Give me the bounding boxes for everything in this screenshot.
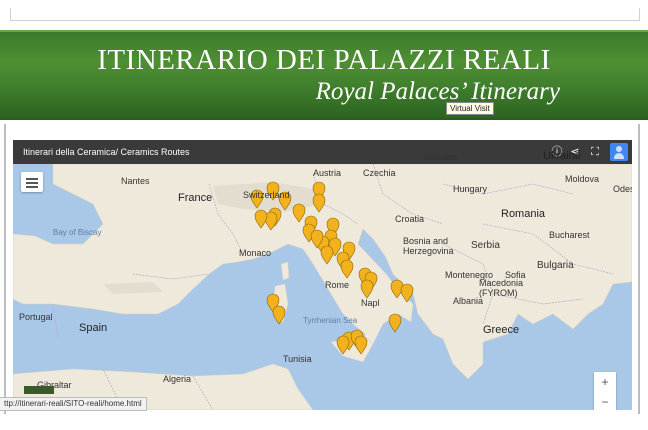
label-ukraine: Ukraine [543, 150, 581, 162]
label-serbia: Serbia [471, 240, 500, 251]
label-rome: Rome [325, 280, 350, 290]
status-bar-url: ttp://itinerari-reali/SITO-reali/home.ht… [0, 397, 147, 411]
zoom-in-button[interactable]: + [594, 372, 616, 392]
label-tyrrhenian-sea: Tyrrhenian Sea [303, 316, 358, 325]
label-algeria: Algeria [163, 374, 192, 384]
map-canvas[interactable] [13, 164, 632, 410]
label-switzerland: Switzerland [243, 190, 290, 200]
label-austria: Austria [313, 168, 342, 178]
label-france: France [178, 192, 213, 204]
label-spain: Spain [79, 322, 108, 334]
label-naples: Napl [361, 298, 380, 308]
label-czech: Czechia [363, 168, 396, 178]
label-nantes: Nantes [121, 176, 150, 186]
label-slovakia: Slovakia [423, 152, 458, 162]
map-title: Itinerari della Ceramica/ Ceramics Route… [23, 147, 190, 157]
map-attribution-logo [24, 386, 54, 394]
label-croatia: Croatia [395, 214, 425, 224]
label-hungary: Hungary [453, 184, 488, 194]
label-romania: Romania [501, 208, 546, 220]
top-bar [10, 8, 640, 21]
user-icon[interactable] [610, 143, 628, 161]
label-albania: Albania [453, 296, 484, 306]
label-portugal: Portugal [19, 312, 53, 322]
map-embed[interactable]: Itinerari della Ceramica/ Ceramics Route… [13, 140, 632, 410]
label-tunisia: Tunisia [283, 354, 312, 364]
map-marker[interactable] [388, 313, 402, 333]
label-moldova: Moldova [565, 174, 600, 184]
label-bosnia: Bosnia and Herzegovina [403, 236, 454, 256]
banner-subtitle: Royal Palaces’ Itinerary [315, 78, 560, 105]
zoom-out-button[interactable]: − [594, 392, 616, 410]
label-macedonia: Macedonia (FYROM) [479, 278, 524, 298]
pyrenees-relief [103, 282, 163, 294]
label-bay-of-biscay: Bay of Biscay [53, 228, 102, 237]
label-greece: Greece [483, 324, 520, 336]
legend-toggle-button[interactable] [21, 172, 43, 192]
corsica [280, 261, 290, 281]
label-bulgaria: Bulgaria [537, 260, 574, 271]
label-bucharest: Bucharest [549, 230, 590, 240]
banner-title: ITINERARIO DEI PALAZZI REALI [97, 44, 551, 76]
virtual-visit-tooltip: Virtual Visit [446, 102, 494, 115]
zoom-control: + − [594, 372, 616, 410]
fullscreen-icon[interactable]: ⛶ [588, 145, 602, 159]
label-odessa: Odesa [613, 184, 632, 194]
map-header: Itinerari della Ceramica/ Ceramics Route… [13, 140, 632, 164]
label-monaco: Monaco [239, 248, 272, 258]
header-banner: ITINERARIO DEI PALAZZI REALI Royal Palac… [0, 30, 648, 120]
